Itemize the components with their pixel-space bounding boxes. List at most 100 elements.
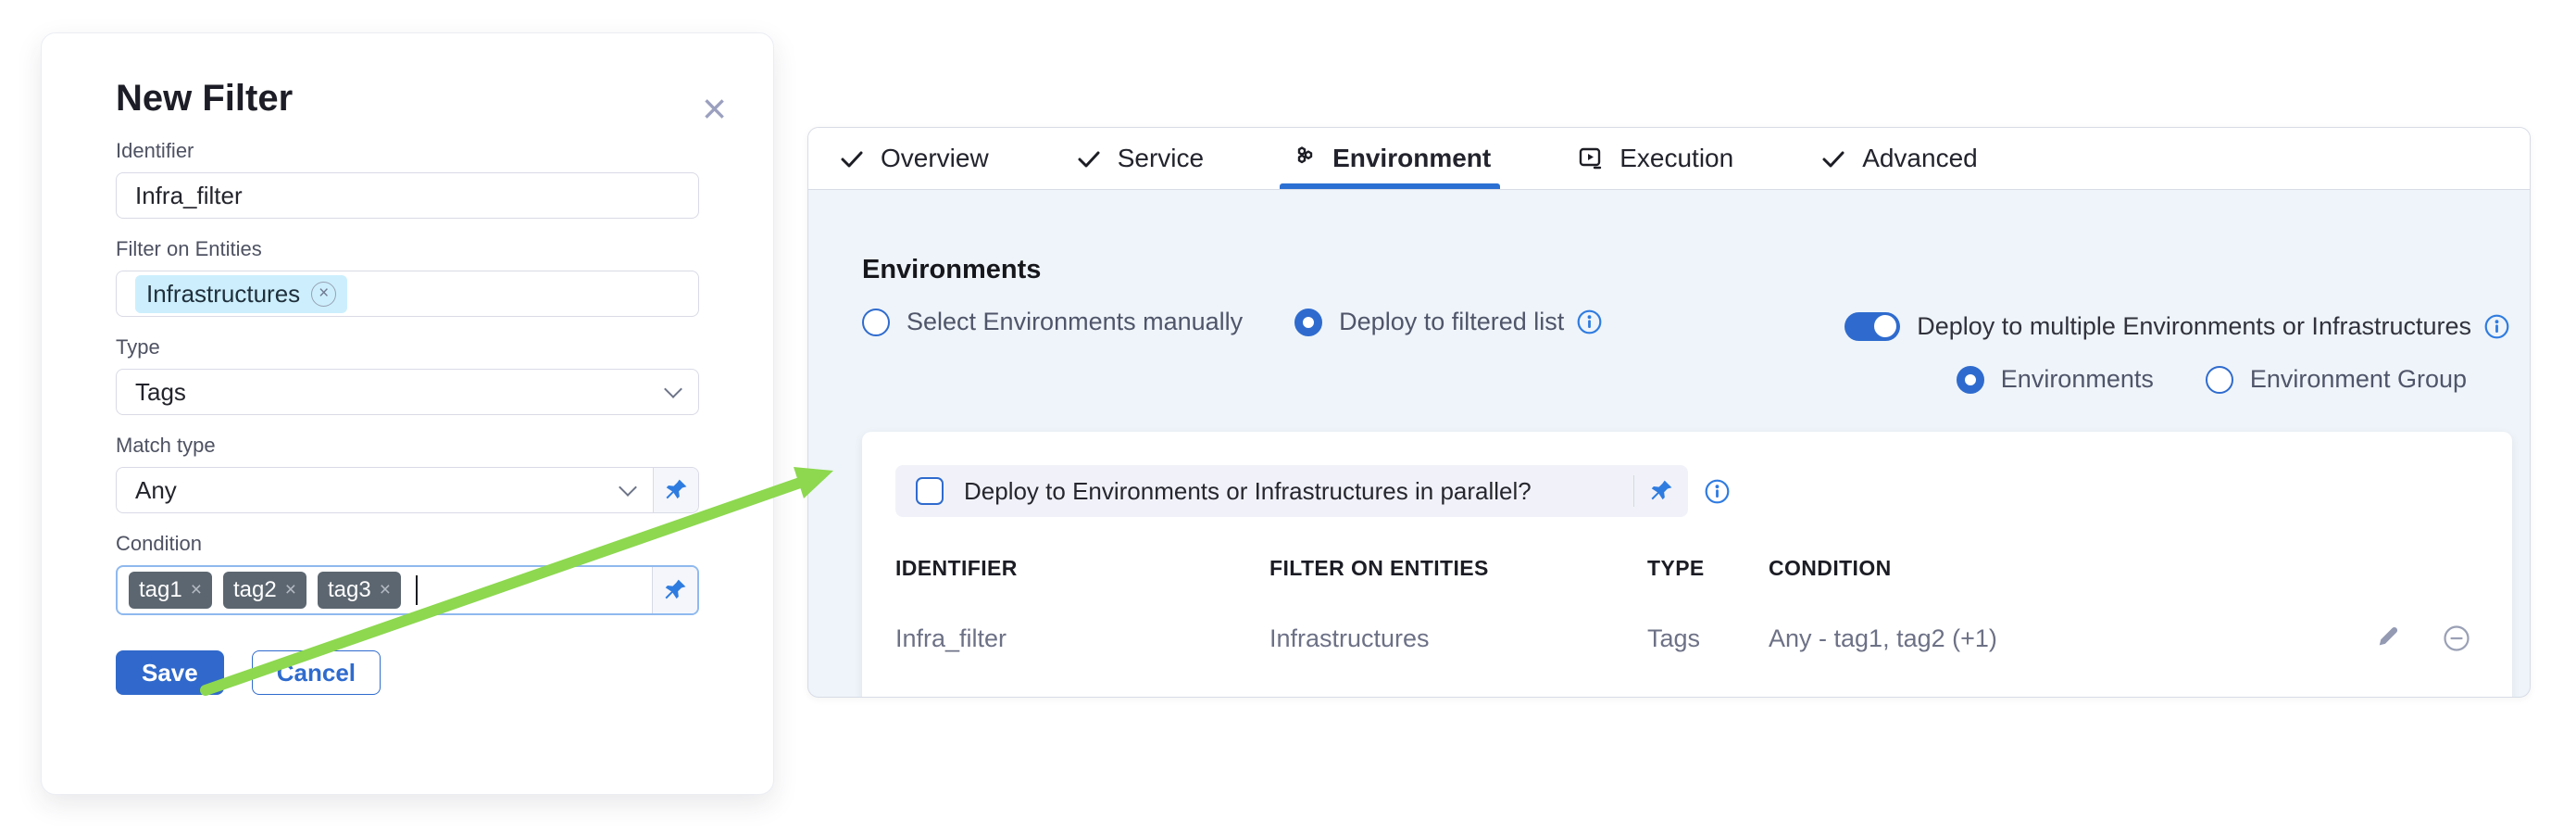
filters-card: Deploy to Environments or Infrastructure…	[862, 432, 2512, 698]
select-manually-label: Select Environments manually	[907, 308, 1243, 336]
plus-icon: +	[895, 696, 913, 698]
check-icon	[1819, 144, 1848, 173]
select-manually-radio[interactable]	[862, 309, 890, 336]
condition-field-group: Condition tag1 × tag2 × tag3 ×	[116, 532, 699, 615]
tab-environment[interactable]: Environment	[1280, 128, 1500, 189]
multi-env-toggle-row: Deploy to multiple Environments or Infra…	[1844, 312, 2509, 341]
entity-chip-label: Infrastructures	[146, 280, 300, 309]
filter-entities-input[interactable]: Infrastructures ×	[116, 271, 699, 317]
table-row: Infra_filter Infrastructures Tags Any - …	[895, 624, 2479, 653]
filter-entities-label: Filter on Entities	[116, 237, 699, 261]
tag-chip-label: tag2	[233, 577, 277, 603]
chevron-down-icon	[664, 380, 682, 398]
cell-condition: Any - tag1, tag2 (+1)	[1769, 624, 2340, 653]
pin-icon	[663, 477, 689, 503]
add-filters-button[interactable]: + Add Filters	[895, 696, 1060, 698]
environment-tab-content: Environments Select Environments manuall…	[808, 255, 2530, 698]
col-header-condition: CONDITION	[1769, 556, 2340, 581]
parallel-option-bar: Deploy to Environments or Infrastructure…	[895, 465, 1688, 517]
tab-service[interactable]: Service	[1065, 128, 1213, 189]
text-cursor	[416, 575, 418, 605]
condition-tags: tag1 × tag2 × tag3 ×	[118, 567, 653, 613]
type-value: Tags	[135, 378, 186, 407]
stage-config-panel: Overview Service Environment Execution A	[807, 127, 2531, 698]
pin-icon	[1648, 478, 1674, 504]
cell-filter-on-entities: Infrastructures	[1269, 624, 1647, 653]
tag-chip-label: tag3	[328, 577, 371, 603]
tab-label: Service	[1118, 144, 1204, 173]
condition-input[interactable]: tag1 × tag2 × tag3 ×	[116, 565, 699, 615]
environment-group-radio-label: Environment Group	[2250, 365, 2467, 394]
multi-env-toggle[interactable]	[1844, 312, 1900, 341]
row-actions	[2340, 624, 2479, 653]
type-select[interactable]: Tags	[116, 369, 699, 415]
stage-tabbar: Overview Service Environment Execution A	[808, 128, 2530, 190]
deploy-filtered-radio[interactable]	[1294, 309, 1322, 336]
identifier-value: Infra_filter	[135, 182, 243, 210]
modal-title: New Filter	[116, 76, 699, 120]
multi-env-controls: Deploy to multiple Environments or Infra…	[1844, 312, 2509, 394]
col-header-filter-on-entities: FILTER ON ENTITIES	[1269, 556, 1647, 581]
cancel-button[interactable]: Cancel	[252, 650, 381, 695]
tab-execution[interactable]: Execution	[1567, 128, 1743, 189]
match-type-value: Any	[135, 476, 177, 505]
modal-buttons: Save Cancel	[116, 650, 699, 695]
tag-chip: tag1 ×	[129, 572, 212, 609]
info-icon[interactable]	[2484, 314, 2509, 339]
type-label: Type	[116, 335, 699, 359]
check-icon	[1074, 144, 1104, 173]
parallel-checkbox-label: Deploy to Environments or Infrastructure…	[964, 477, 1633, 506]
environments-radio[interactable]	[1957, 366, 1984, 394]
match-type-select[interactable]: Any	[117, 468, 654, 512]
execution-icon	[1576, 144, 1606, 173]
parallel-checkbox[interactable]	[916, 477, 944, 505]
parallel-row: Deploy to Environments or Infrastructure…	[895, 465, 2479, 517]
multi-env-toggle-label: Deploy to multiple Environments or Infra…	[1917, 312, 2471, 341]
pin-button[interactable]	[1634, 478, 1688, 504]
tab-label: Advanced	[1862, 144, 1978, 173]
tab-label: Execution	[1619, 144, 1733, 173]
add-filters-label: Add Filters	[925, 696, 1060, 698]
info-icon[interactable]	[1705, 479, 1730, 504]
pin-button[interactable]	[653, 567, 697, 613]
filters-table-header: IDENTIFIER FILTER ON ENTITIES TYPE CONDI…	[895, 556, 2479, 581]
remove-entity-icon[interactable]: ×	[311, 282, 336, 307]
col-header-identifier: IDENTIFIER	[895, 556, 1269, 581]
identifier-input[interactable]: Infra_filter	[116, 172, 699, 219]
env-target-radios: Environments Environment Group	[1844, 365, 2509, 394]
toggle-knob	[1874, 315, 1896, 337]
condition-label: Condition	[116, 532, 699, 556]
filter-entities-field-group: Filter on Entities Infrastructures ×	[116, 237, 699, 317]
remove-tag-icon[interactable]: ×	[191, 579, 202, 601]
cell-type: Tags	[1647, 624, 1769, 653]
remove-row-icon[interactable]	[2442, 624, 2471, 653]
environment-group-radio[interactable]	[2206, 366, 2233, 394]
tag-chip: tag3 ×	[318, 572, 401, 609]
deploy-filtered-label: Deploy to filtered list	[1339, 308, 1564, 336]
environments-radio-label: Environments	[2001, 365, 2154, 394]
cell-identifier: Infra_filter	[895, 624, 1269, 653]
remove-tag-icon[interactable]: ×	[380, 579, 391, 601]
chevron-down-icon	[619, 478, 637, 497]
pin-button[interactable]	[654, 468, 698, 512]
info-icon[interactable]	[1577, 309, 1602, 334]
tag-chip-label: tag1	[139, 577, 182, 603]
environments-heading: Environments	[862, 255, 2530, 285]
close-icon[interactable]: ×	[702, 87, 727, 130]
remove-tag-icon[interactable]: ×	[285, 579, 296, 601]
type-field-group: Type Tags	[116, 335, 699, 415]
edit-pencil-icon[interactable]	[2375, 624, 2403, 652]
check-icon	[837, 144, 867, 173]
col-header-type: TYPE	[1647, 556, 1769, 581]
save-button[interactable]: Save	[116, 650, 224, 695]
tab-advanced[interactable]: Advanced	[1809, 128, 1987, 189]
identifier-label: Identifier	[116, 139, 699, 163]
match-type-label: Match type	[116, 434, 699, 458]
tab-overview[interactable]: Overview	[828, 128, 998, 189]
tab-label: Overview	[881, 144, 989, 173]
new-filter-modal: × New Filter Identifier Infra_filter Fil…	[41, 32, 774, 795]
identifier-field-group: Identifier Infra_filter	[116, 139, 699, 219]
tab-label: Environment	[1332, 144, 1491, 173]
match-type-control: Any	[116, 467, 699, 513]
environment-icon	[1289, 144, 1319, 173]
